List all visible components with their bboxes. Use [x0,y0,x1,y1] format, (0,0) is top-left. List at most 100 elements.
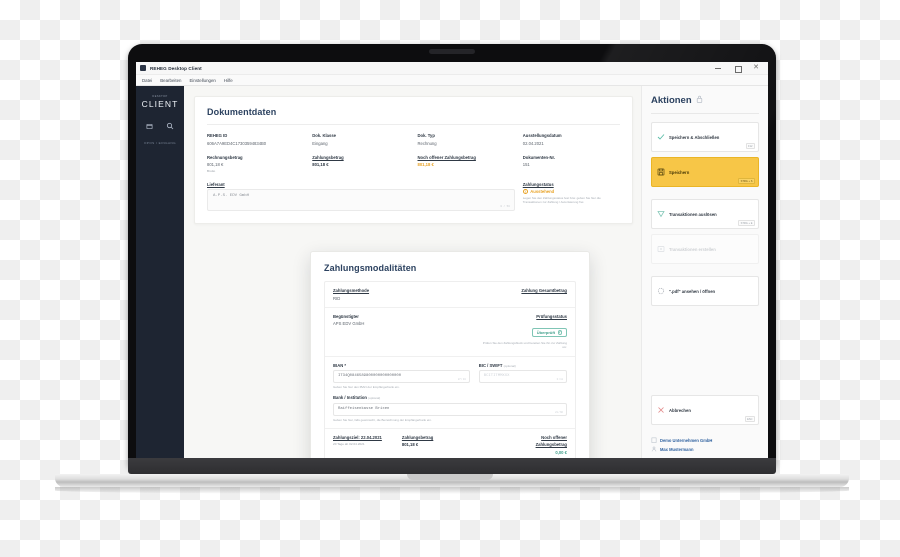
check-status-badge-wrap: Überprüft ✓ [479,321,567,339]
bank-field: Bank / Institution (optional) Raiffeisen… [333,395,567,422]
save-label: Speichern [669,169,690,175]
logo-title: CLIENT [141,99,179,109]
account-footer: Demo Unternehmen GmbH Max Mustermann [651,437,759,454]
payment-method-flex: Zahlungsmethode RID Zahlung Gesamtbetrag [333,288,567,301]
actions-gap-2 [651,269,759,276]
check-status-value: Überprüft [536,330,555,335]
amount-value: 801,18 € [401,442,419,448]
building-icon [651,437,657,444]
field-label: Dok. Typ [417,133,435,138]
beneficiary-block: Begünstigter APS EDV GmbH [333,314,364,327]
iban-label: IBAN * [333,363,470,368]
check-status-badge[interactable]: Überprüft ✓ [531,328,567,337]
document-fields-grid: REHEG ID 606A7A9ED4C17303594834B0 Dok. K… [207,133,620,173]
close-icon[interactable]: ✕ [753,64,759,71]
bank-label-text: Bank / Institution [333,395,367,401]
payment-method-value: RID [333,295,341,301]
document-icon[interactable] [146,123,153,130]
trigger-transactions-kbd: STRG + E [738,220,755,226]
bic-field: BIC / SWIFT (optional) BCITITMMXXX 0 / 1… [478,363,567,390]
bic-counter: 0 / 11 [556,378,563,382]
bank-input[interactable]: Raiffeisenkasse Brixen 21 / 60 [333,402,567,416]
send-icon [657,205,665,223]
due-block: Zahlungsziel: 22.04.2021 20 Tage ab 02.0… [333,435,382,447]
payment-total-block: Zahlung Gesamtbetrag [521,288,567,296]
field-value: 801,18 € [312,162,329,167]
supplier-value: A.P.S. EDV GmbH [213,194,250,198]
maximize-icon[interactable] [734,65,742,73]
main-content: Dokumentdaten REHEG ID 606A7A9ED4C173035… [184,86,641,462]
field-label: REHEG ID [207,133,228,138]
open-label-line2: Zahlungsbetrag [535,442,567,448]
laptop-base-notch [407,474,493,480]
trigger-transactions-button[interactable]: Transaktionen auslösen STRG + E [651,199,759,229]
laptop-mockup: REHEG Desktop Client ✕ Datei Bearbeiten … [0,0,900,557]
user-row[interactable]: Max Mustermann [651,446,759,453]
search-icon[interactable] [166,122,174,130]
bic-input[interactable]: BCITITMMXXX 0 / 11 [478,370,567,384]
menu-item-einstellungen[interactable]: Einstellungen [190,78,216,83]
beneficiary-value: APS EDV GmbH [333,321,365,326]
check-status-block: Prüfungsstatus Überprüft ✓ Prüfen Sie de… [479,314,567,350]
actions-gap-1 [651,192,759,199]
status-value: Ausstehend [530,189,555,194]
status-badge[interactable]: ! Ausstehend [522,189,620,194]
bank-value: Raiffeisenkasse Brixen [338,406,390,411]
field-dok-klasse: Dok. Klasse Eingang [312,133,409,146]
supplier-field: Lieferant A.P.S. EDV GmbH 0 / 50 [207,182,515,211]
field-label: Rechnungsbetrag [207,154,243,160]
pdf-icon [657,282,665,300]
check-icon [657,128,665,146]
payment-method-row: Zahlungsmethode RID Zahlung Gesamtbetrag [325,282,575,308]
menu-bar: Datei Bearbeiten Einstellungen Hilfe [136,75,768,86]
payment-total-label: Zahlung Gesamtbetrag [521,288,567,293]
menu-item-bearbeiten[interactable]: Bearbeiten [160,78,181,83]
page-title: Dokumentdaten [207,107,277,117]
minimize-icon[interactable] [715,65,721,71]
bic-optional-marker: (optional) [503,363,516,368]
cancel-button[interactable]: Abbrechen ESC [651,395,759,425]
open-pdf-label: ".pdf" ansehen / öffnen [669,288,716,294]
field-zahlungsbetrag: Zahlungsbetrag 801,18 € [312,155,409,173]
bic-label: BIC / SWIFT (optional) [479,363,567,368]
window-controls: ✕ [715,64,764,73]
open-pdf-button[interactable]: ".pdf" ansehen / öffnen [651,276,759,306]
field-value: Eingang [312,140,328,146]
sidebar-icons [146,122,174,130]
status-label: Zahlungsstatus [522,181,554,187]
company-row[interactable]: Demo Unternehmen GmbH [651,437,759,444]
beneficiary-row: Begünstigter APS EDV GmbH Prüfungsstatus… [325,308,575,357]
cancel-label: Abbrechen [669,407,691,413]
bank-counter: 21 / 60 [555,410,563,414]
cancel-kbd: ESC [744,416,755,422]
actions-panel: Aktionen Speichern & Abschließen F12 Spe… [641,86,768,462]
save-and-close-label: Speichern & Abschließen [669,134,720,140]
menu-item-hilfe[interactable]: Hilfe [224,78,233,83]
supplier-status-row: Lieferant A.P.S. EDV GmbH 0 / 50 Zahlung… [207,181,620,212]
iban-bic-grid: IBAN * IT34Q0846589800000000000000 27 / … [333,363,567,390]
check-circle-icon: ✓ [557,330,562,335]
payment-status-block: Zahlungsstatus ! Ausstehend Legen Sie de… [522,181,620,212]
field-label: Dok. Klasse [312,133,336,138]
due-label: Zahlungsziel: 22.04.2021 [333,434,382,440]
bank-label: Bank / Institution (optional) [333,395,567,400]
clock-icon: ! [522,189,528,194]
amount-block: Zahlungsbetrag 801,18 € [402,435,433,448]
supplier-counter: 0 / 50 [500,205,510,208]
save-button[interactable]: Speichern STRG + S [651,157,759,187]
save-and-close-button[interactable]: Speichern & Abschließen F12 [651,122,759,152]
supplier-input[interactable]: A.P.S. EDV GmbH 0 / 50 [207,189,515,211]
field-value: Rechnung [417,140,437,146]
iban-input[interactable]: IT34Q0846589800000000000000 27 / 34 [333,370,470,384]
field-value: 801,18 € [417,162,434,167]
user-icon [651,446,657,453]
beneficiary-flex: Begünstigter APS EDV GmbH Prüfungsstatus… [333,314,567,350]
iban-hint: Geben Sie hier den IBAN der Empfängerban… [333,385,400,390]
trigger-transactions-label: Transaktionen auslösen [669,211,717,217]
field-dok-typ: Dok. Typ Rechnung [418,133,515,146]
sidebar: DESKTOP CLIENT OPOS / EINGANG [136,86,184,462]
actions-divider [651,113,759,114]
menu-item-datei[interactable]: Datei [142,78,152,83]
actions-spacer [651,311,759,395]
title-divider [207,124,620,125]
